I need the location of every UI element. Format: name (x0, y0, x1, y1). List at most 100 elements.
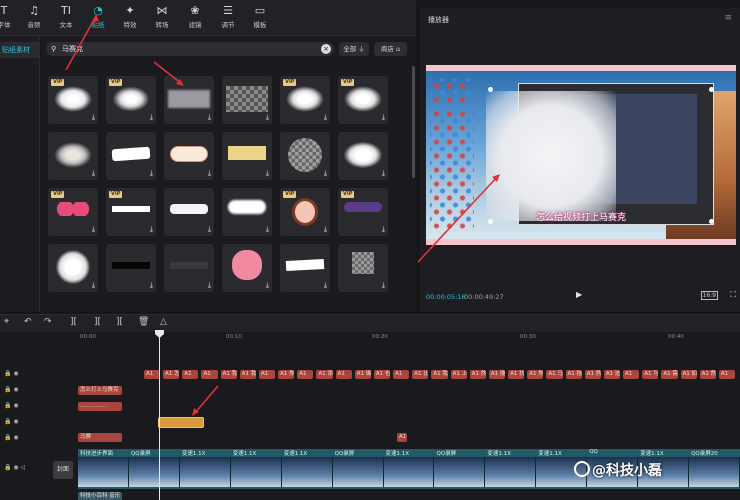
resize-handle[interactable] (488, 219, 493, 224)
delete-icon[interactable]: 🗑 (138, 317, 149, 327)
text-clip[interactable]: A1 (623, 370, 640, 379)
text-clip[interactable]: A1 比方 (412, 370, 429, 379)
text-clip[interactable]: A1 我们 (239, 370, 256, 379)
sticker-item[interactable]: ⤓ (222, 244, 272, 292)
redo-icon[interactable]: ↷ (44, 317, 52, 327)
fullscreen-icon[interactable]: ⛶ (730, 290, 736, 300)
text-clip[interactable]: A1 找 (508, 370, 525, 379)
cover-button[interactable]: 封面 (53, 461, 73, 479)
video-clip-thumbnail[interactable] (689, 457, 740, 487)
filter-all-button[interactable]: 全部 ⏚ (339, 42, 369, 56)
sticker-item[interactable]: VIP ⤓ (48, 188, 98, 236)
text-clip[interactable]: A1 编辑 (354, 370, 371, 379)
download-icon[interactable]: ⤓ (266, 225, 269, 234)
text-clip[interactable]: ............... (78, 402, 122, 411)
track-controls[interactable]: 🔒 ◉ (4, 386, 19, 393)
text-clip[interactable]: A1 (201, 370, 218, 379)
text-clip[interactable]: A1 马赛 (546, 370, 563, 379)
download-icon[interactable]: ⤓ (208, 281, 211, 290)
track-controls[interactable]: 🔒 ◉ (4, 402, 19, 409)
sticker-item[interactable]: ⤓ (164, 188, 214, 236)
sticker-item[interactable]: ⤓ (106, 132, 156, 180)
sticker-item[interactable]: ⤓ (48, 132, 98, 180)
sticker-item[interactable]: ⤓ (164, 76, 214, 124)
text-clip[interactable]: A1 怎么 (163, 370, 180, 379)
sticker-item[interactable]: ⤓ (222, 188, 272, 236)
text-clip[interactable]: A1 (258, 370, 276, 379)
text-clip[interactable]: A1 需要 (661, 370, 678, 379)
video-clip-thumbnail[interactable] (179, 457, 231, 487)
text-clip[interactable]: A1 我 (220, 370, 237, 379)
mosaic-sticker-clip[interactable] (158, 417, 204, 428)
playhead[interactable] (159, 332, 160, 500)
play-button[interactable]: ▶ (576, 290, 582, 299)
split-icon[interactable]: ][ (70, 317, 77, 327)
panel-scrollbar[interactable] (412, 66, 415, 178)
text-clip[interactable]: A1 (718, 370, 735, 379)
text-clip[interactable]: A1 上 (450, 370, 467, 379)
download-icon[interactable]: ⤓ (92, 113, 95, 122)
download-icon[interactable]: ⤓ (382, 169, 385, 178)
sticker-item[interactable]: VIP ⤓ (338, 76, 388, 124)
sticker-item[interactable]: VIP ⤓ (106, 76, 156, 124)
track-controls[interactable]: 🔒 ◉ (4, 370, 19, 377)
download-icon[interactable]: ⤓ (208, 225, 211, 234)
sticker-item[interactable]: ⤓ (280, 244, 330, 292)
undo-icon[interactable]: ↶ (24, 317, 32, 327)
sticker-item[interactable]: ⤓ (48, 244, 98, 292)
text-clip[interactable]: 马赛 (78, 433, 122, 442)
download-icon[interactable]: ⤓ (150, 225, 153, 234)
text-clip[interactable]: A1 (182, 370, 199, 379)
sticker-item[interactable]: ⤓ (164, 132, 214, 180)
download-icon[interactable]: ⤓ (324, 169, 327, 178)
resize-handle[interactable] (709, 87, 714, 92)
sticker-item[interactable]: VIP ⤓ (280, 188, 330, 236)
text-clip[interactable]: A1 我们 (431, 370, 448, 379)
text-clip[interactable]: A1 然后 (278, 370, 295, 379)
track-controls[interactable]: 🔒 ◉ ◁ (4, 464, 25, 471)
text-clip[interactable]: A1 (335, 370, 352, 379)
tool-filter[interactable]: ❀ 滤镜 (179, 3, 211, 33)
sticker-item[interactable]: ⤓ (222, 132, 272, 180)
text-clip[interactable]: A1 (393, 370, 410, 379)
download-icon[interactable]: ⤓ (150, 113, 153, 122)
trim-right-icon[interactable]: ][ (116, 317, 123, 327)
video-clip-thumbnail[interactable] (383, 457, 435, 487)
text-clip[interactable]: A1 然后 (527, 370, 544, 379)
download-icon[interactable]: ⤓ (266, 169, 269, 178)
text-clip[interactable]: 怎么打上马赛克 (78, 386, 122, 395)
aspect-ratio-button[interactable]: 16:9 (700, 291, 718, 300)
trim-left-icon[interactable]: ][ (94, 317, 101, 327)
video-clip-thumbnail[interactable] (230, 457, 282, 487)
track-controls[interactable]: 🔒 ◉ (4, 434, 19, 441)
text-clip[interactable]: A1 然后 (699, 370, 716, 379)
text-clip[interactable]: A1 这里 (603, 370, 621, 379)
download-icon[interactable]: ⤓ (382, 113, 385, 122)
text-clip[interactable]: A1 (297, 370, 314, 379)
mosaic-blur-sticker[interactable] (486, 91, 616, 221)
sticker-item[interactable]: ⤓ (222, 76, 272, 124)
download-icon[interactable]: ⤓ (266, 281, 269, 290)
text-clip[interactable]: A1 可以 (642, 370, 659, 379)
sticker-item[interactable]: VIP ⤓ (338, 188, 388, 236)
resize-handle[interactable] (709, 219, 714, 224)
text-clip[interactable]: A1 如 (680, 370, 697, 379)
video-clip-thumbnail[interactable] (332, 457, 384, 487)
text-clip[interactable]: A1 拖动 (565, 370, 582, 379)
download-icon[interactable]: ⤓ (324, 113, 327, 122)
resize-handle[interactable] (488, 87, 493, 92)
tool-text[interactable]: TI 文本 (50, 3, 82, 33)
video-clip-thumbnail[interactable] (78, 457, 129, 487)
text-clip[interactable]: A1 然后 (469, 370, 486, 379)
video-clip-thumbnail[interactable] (281, 457, 333, 487)
video-clip-thumbnail[interactable] (434, 457, 486, 487)
download-icon[interactable]: ⤓ (382, 225, 385, 234)
track-controls[interactable]: 🔒 ◉ (4, 418, 19, 425)
download-icon[interactable]: ⤓ (382, 281, 385, 290)
search-input[interactable]: ⚲ 马赛克 × (46, 42, 334, 56)
sticker-item[interactable]: VIP ⤓ (106, 188, 156, 236)
text-clip[interactable]: A1 然后 (584, 370, 601, 379)
download-icon[interactable]: ⤓ (150, 169, 153, 178)
text-clip[interactable]: A1 (397, 433, 407, 442)
tool-text-style[interactable]: T 字体 (0, 3, 20, 33)
